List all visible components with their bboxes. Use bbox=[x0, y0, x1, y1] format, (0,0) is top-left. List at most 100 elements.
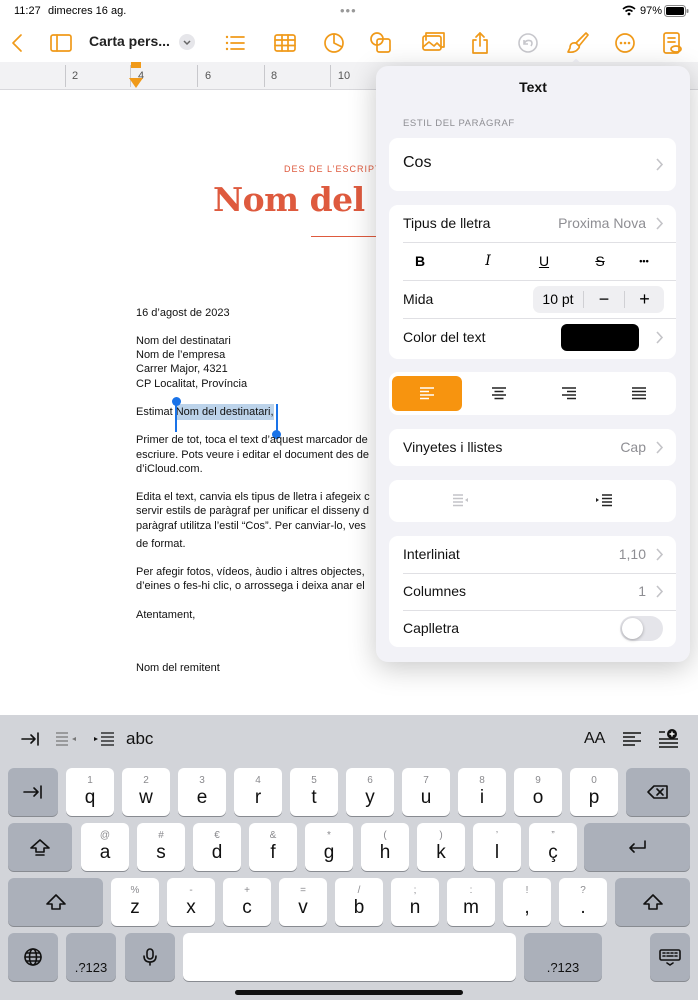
key-y[interactable]: 6y bbox=[346, 768, 394, 816]
text-color-swatch[interactable] bbox=[561, 324, 639, 351]
bold-button[interactable]: B bbox=[407, 243, 433, 280]
tab-stop-marker[interactable] bbox=[129, 78, 143, 88]
paragraph-line[interactable]: Primer de tot, toca el text d’aquest mar… bbox=[136, 433, 368, 447]
more-styles-button[interactable]: ••• bbox=[631, 243, 657, 280]
paragraph-line[interactable]: Per afegir fotos, vídeos, àudio i altres… bbox=[136, 565, 365, 579]
selection-knob-start[interactable] bbox=[172, 397, 181, 406]
italic-button[interactable]: I bbox=[475, 243, 501, 280]
key-u[interactable]: 7u bbox=[402, 768, 450, 816]
indent-marker[interactable] bbox=[131, 62, 141, 68]
share-button[interactable] bbox=[467, 30, 493, 56]
hide-keyboard-key[interactable] bbox=[650, 933, 690, 981]
key-o[interactable]: 9o bbox=[514, 768, 562, 816]
shift-key-left[interactable] bbox=[8, 878, 103, 926]
recipient-name[interactable]: Nom del destinatari bbox=[136, 334, 231, 348]
recipient-company[interactable]: Nom de l’empresa bbox=[136, 348, 225, 362]
size-stepper[interactable]: 10 pt − + bbox=[533, 286, 664, 313]
key-a[interactable]: @ a bbox=[81, 823, 129, 871]
paragraph-style-row[interactable]: Cos bbox=[389, 138, 676, 191]
recipient-street[interactable]: Carrer Major, 4321 bbox=[136, 362, 228, 376]
key-c[interactable]: + c bbox=[223, 878, 271, 926]
key-k[interactable]: ) k bbox=[417, 823, 465, 871]
key-e[interactable]: 3e bbox=[178, 768, 226, 816]
globe-key[interactable] bbox=[8, 933, 58, 981]
multitasking-dots-icon[interactable]: ••• bbox=[340, 3, 357, 18]
key-ç[interactable]: ” ç bbox=[529, 823, 577, 871]
key-h[interactable]: (h bbox=[361, 823, 409, 871]
align-center-button[interactable] bbox=[464, 376, 534, 411]
document-title[interactable]: Carta pers... bbox=[89, 33, 170, 49]
columns-row[interactable]: Columnes 1 bbox=[389, 573, 676, 610]
key-l[interactable]: ’ l bbox=[473, 823, 521, 871]
key-period[interactable]: ?. bbox=[559, 878, 607, 926]
key-x[interactable]: -x bbox=[167, 878, 215, 926]
text-size-button[interactable]: AA bbox=[584, 730, 605, 748]
paragraph-align-icon[interactable] bbox=[622, 730, 642, 748]
return-key[interactable] bbox=[584, 823, 690, 871]
key-d[interactable]: € d bbox=[193, 823, 241, 871]
key-i[interactable]: 8i bbox=[458, 768, 506, 816]
text-color-row[interactable]: Color del text bbox=[389, 319, 676, 356]
underline-button[interactable]: U bbox=[531, 243, 557, 280]
title-menu-button[interactable] bbox=[179, 34, 195, 50]
tab-key[interactable] bbox=[8, 768, 58, 816]
tab-arrow-icon[interactable] bbox=[20, 730, 40, 748]
key-comma[interactable]: !, bbox=[503, 878, 551, 926]
indent-icon[interactable] bbox=[93, 730, 115, 748]
insert-icon[interactable] bbox=[658, 728, 680, 748]
key-r[interactable]: 4r bbox=[234, 768, 282, 816]
key-q[interactable]: 1q bbox=[66, 768, 114, 816]
back-button[interactable] bbox=[5, 30, 31, 56]
key-f[interactable]: & f bbox=[249, 823, 297, 871]
list-button[interactable] bbox=[222, 30, 248, 56]
paragraph-line[interactable]: paràgraf utilitza l’estil “Cos”. Per can… bbox=[136, 519, 366, 533]
media-button[interactable] bbox=[420, 30, 446, 56]
delete-key[interactable] bbox=[626, 768, 690, 816]
sidebar-button[interactable] bbox=[48, 30, 74, 56]
paragraph-line[interactable]: servir estils de paràgraf per unificar e… bbox=[136, 504, 369, 518]
letter-date[interactable]: 16 d’agost de 2023 bbox=[136, 306, 230, 320]
signature[interactable]: Nom del remitent bbox=[136, 661, 220, 675]
paragraph-line[interactable]: escriure. Pots veure i editar el documen… bbox=[136, 448, 369, 462]
selected-text[interactable]: Nom del destinatari, bbox=[175, 404, 274, 420]
shift-key-right[interactable] bbox=[615, 878, 690, 926]
key-t[interactable]: 5t bbox=[290, 768, 338, 816]
recipient-city[interactable]: CP Localitat, Província bbox=[136, 377, 247, 391]
chart-button[interactable] bbox=[321, 30, 347, 56]
reading-view-button[interactable] bbox=[659, 30, 685, 56]
key-v[interactable]: = v bbox=[279, 878, 327, 926]
numbers-key-left[interactable]: .?123 bbox=[66, 933, 116, 981]
numbers-key-right[interactable]: .?123 bbox=[524, 933, 602, 981]
decrease-indent-button[interactable] bbox=[389, 480, 532, 522]
key-p[interactable]: 0p bbox=[570, 768, 618, 816]
key-z[interactable]: % z bbox=[111, 878, 159, 926]
line-spacing-row[interactable]: Interliniat 1,10 bbox=[389, 536, 676, 573]
paragraph-line[interactable]: Edita el text, canvia els tipus de lletr… bbox=[136, 490, 370, 504]
key-s[interactable]: # s bbox=[137, 823, 185, 871]
closing[interactable]: Atentament, bbox=[136, 608, 195, 622]
justify-button[interactable] bbox=[604, 376, 674, 411]
size-increase-button[interactable]: + bbox=[625, 286, 664, 313]
align-right-button[interactable] bbox=[534, 376, 604, 411]
more-button[interactable] bbox=[612, 30, 638, 56]
abc-button[interactable]: abc bbox=[126, 729, 153, 749]
paragraph-line[interactable]: d’eines o fes-hi clic, o arrossega i dei… bbox=[136, 579, 365, 593]
shape-button[interactable] bbox=[368, 30, 394, 56]
dictation-key[interactable] bbox=[125, 933, 175, 981]
bullets-row[interactable]: Vinyetes i llistes Cap bbox=[389, 429, 676, 466]
key-m[interactable]: :m bbox=[447, 878, 495, 926]
drop-cap-toggle[interactable] bbox=[620, 616, 663, 641]
paragraph-line[interactable]: d’iCloud.com. bbox=[136, 462, 203, 476]
table-button[interactable] bbox=[272, 30, 298, 56]
key-b[interactable]: / b bbox=[335, 878, 383, 926]
key-w[interactable]: 2w bbox=[122, 768, 170, 816]
paragraph-line[interactable]: de format. bbox=[136, 537, 186, 551]
space-key[interactable] bbox=[183, 933, 516, 981]
strikethrough-button[interactable]: S bbox=[587, 243, 613, 280]
caps-lock-key[interactable] bbox=[8, 823, 72, 871]
greeting[interactable]: Estimat Nom del destinatari, bbox=[136, 404, 274, 420]
key-n[interactable]: ; n bbox=[391, 878, 439, 926]
undo-button[interactable] bbox=[515, 30, 541, 56]
size-decrease-button[interactable]: − bbox=[584, 286, 624, 313]
format-button[interactable] bbox=[564, 30, 590, 56]
